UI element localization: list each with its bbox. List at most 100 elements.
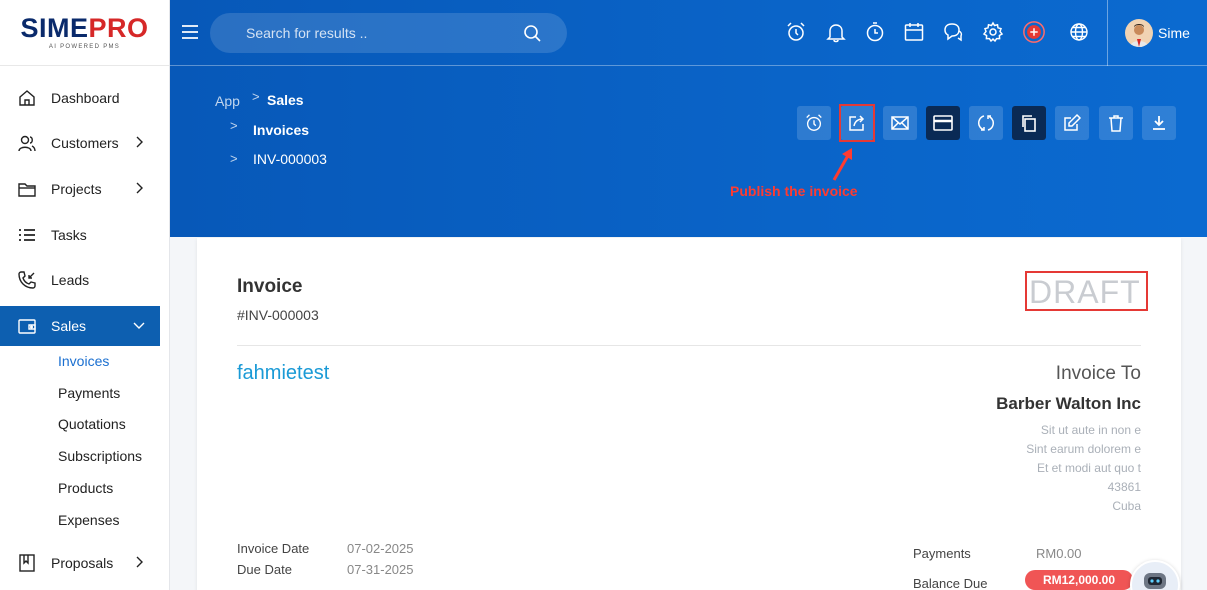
address-line: Sint earum dolorem e: [1026, 442, 1141, 456]
company-name[interactable]: fahmietest: [237, 362, 329, 385]
invoice-card: Invoice #INV-000003 DRAFT fahmietest Inv…: [197, 238, 1181, 590]
download-icon: [1153, 116, 1165, 130]
annotation-arrow-icon: [832, 148, 852, 181]
address-line: Sit ut aute in non e: [1040, 423, 1141, 437]
sidebar-item-label: Customers: [51, 135, 119, 151]
breadcrumb-invoices[interactable]: Invoices: [253, 122, 309, 138]
balance-due-badge: RM12,000.00: [1025, 570, 1133, 590]
address-line: 43861: [1107, 480, 1141, 494]
client-name: Barber Walton Inc: [996, 394, 1141, 413]
phone-incoming-icon: [16, 269, 38, 291]
breadcrumb-separator: >: [230, 151, 238, 166]
chevron-right-icon: [136, 182, 143, 194]
trash-icon: [1109, 115, 1123, 132]
user-name[interactable]: Sime: [1158, 25, 1190, 41]
sidebar-subitem-quotations[interactable]: Quotations: [58, 416, 126, 432]
breadcrumb-sales[interactable]: Sales: [267, 92, 304, 108]
delete-button[interactable]: [1099, 106, 1133, 140]
sidebar-item-label: Dashboard: [51, 90, 120, 106]
sidebar-subitem-expenses[interactable]: Expenses: [58, 512, 119, 528]
chat-icon[interactable]: [941, 20, 965, 44]
gear-icon[interactable]: [981, 20, 1005, 44]
sidebar-item-label: Tasks: [51, 227, 87, 243]
due-date-value: 07-31-2025: [347, 562, 414, 577]
document-icon: [16, 552, 38, 574]
balance-due-label: Balance Due: [913, 576, 988, 590]
publish-highlight: [839, 104, 875, 142]
topbar-divider: [1107, 0, 1108, 66]
calendar-icon[interactable]: [902, 20, 926, 44]
chevron-right-icon: [136, 556, 143, 568]
sidebar-item-label: Projects: [51, 181, 102, 197]
globe-icon[interactable]: [1067, 20, 1091, 44]
status-highlight: [1025, 271, 1148, 311]
list-icon: [16, 224, 38, 246]
alarm-clock-icon: [806, 114, 822, 131]
edit-button[interactable]: [1055, 106, 1089, 140]
sync-icon: [978, 115, 994, 131]
sidebar-subitem-invoices[interactable]: Invoices: [58, 353, 109, 369]
invoice-title: Invoice: [237, 276, 303, 297]
email-button[interactable]: [883, 106, 917, 140]
sidebar-item-leads[interactable]: Leads: [0, 260, 160, 300]
sidebar-item-proposals[interactable]: Proposals: [0, 543, 160, 583]
invoice-number: #INV-000003: [237, 307, 319, 323]
payment-button[interactable]: [926, 106, 960, 140]
logo-tagline: AI POWERED PMS: [48, 44, 121, 50]
sidebar-item-tasks[interactable]: Tasks: [0, 215, 160, 255]
annotation-text: Publish the invoice: [730, 183, 858, 199]
mail-icon: [891, 116, 909, 130]
bell-icon[interactable]: [824, 20, 848, 44]
logo-brand-a: SIME: [20, 13, 89, 43]
chevron-down-icon: [133, 322, 145, 329]
invoice-to-label: Invoice To: [1055, 363, 1141, 384]
edit-icon: [1064, 113, 1082, 131]
reminder-button[interactable]: [797, 106, 831, 140]
sidebar-subitem-payments[interactable]: Payments: [58, 385, 120, 401]
avatar[interactable]: [1125, 19, 1153, 47]
sync-button[interactable]: [969, 106, 1003, 140]
breadcrumb-separator: >: [252, 89, 260, 104]
address-line: Et et modi aut quo t: [1036, 461, 1141, 475]
divider: [237, 345, 1141, 346]
breadcrumb-app[interactable]: App: [215, 93, 240, 109]
sidebar-item-projects[interactable]: Projects: [0, 169, 160, 209]
sidebar-item-sales[interactable]: Sales: [0, 306, 160, 346]
sidebar: SIMEPRO AI POWERED PMS Dashboard Custome…: [0, 0, 170, 590]
credit-card-icon: [933, 115, 953, 131]
due-date-label: Due Date: [237, 562, 292, 577]
logo[interactable]: SIMEPRO AI POWERED PMS: [0, 0, 169, 66]
search-input[interactable]: [246, 13, 506, 53]
copy-icon: [1022, 115, 1036, 132]
users-icon: [16, 132, 38, 154]
topbar: Sime: [170, 0, 1207, 66]
address-line: Cuba: [1112, 499, 1141, 513]
chevron-right-icon: [136, 136, 143, 148]
sidebar-item-label: Leads: [51, 272, 90, 288]
copy-button[interactable]: [1012, 106, 1046, 140]
sidebar-subitem-subscriptions[interactable]: Subscriptions: [58, 448, 142, 464]
breadcrumb-separator: >: [230, 118, 238, 133]
hamburger-icon[interactable]: [180, 22, 200, 42]
folder-icon: [16, 178, 38, 200]
payments-label: Payments: [913, 546, 971, 561]
add-circle-icon[interactable]: [1022, 20, 1046, 44]
home-icon: [16, 87, 38, 109]
robot-icon: [1144, 573, 1166, 589]
alarm-clock-icon[interactable]: [784, 20, 808, 44]
logo-brand-b: PRO: [88, 13, 149, 43]
sidebar-item-label: Proposals: [51, 555, 114, 571]
download-button[interactable]: [1142, 106, 1176, 140]
sidebar-item-customers[interactable]: Customers: [0, 123, 160, 163]
search-icon[interactable]: [523, 24, 541, 42]
invoice-date-value: 07-02-2025: [347, 541, 414, 556]
invoice-date-label: Invoice Date: [237, 541, 310, 556]
search-bar: [210, 13, 567, 53]
wallet-icon: [16, 315, 38, 337]
header: Sime App > Sales > Invoices > INV-000003: [170, 0, 1207, 237]
sidebar-subitem-products[interactable]: Products: [58, 480, 113, 496]
timer-icon[interactable]: [863, 20, 887, 44]
payments-value: RM0.00: [1036, 546, 1082, 561]
sidebar-item-label: Sales: [51, 318, 87, 334]
sidebar-item-dashboard[interactable]: Dashboard: [0, 78, 160, 118]
